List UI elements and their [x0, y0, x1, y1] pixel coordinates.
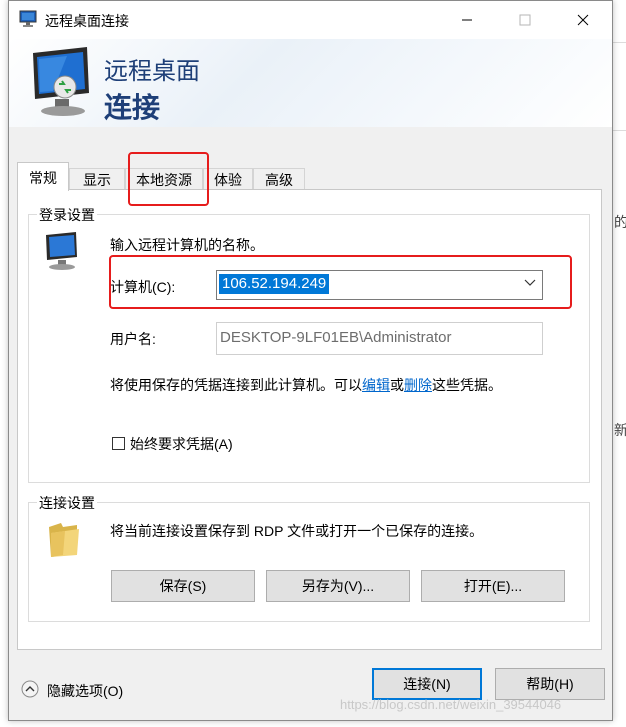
remote-desktop-icon — [19, 10, 37, 27]
tab-local-resources[interactable]: 本地资源 — [125, 168, 203, 190]
connection-settings-title: 连接设置 — [37, 493, 97, 513]
close-icon — [577, 14, 589, 26]
login-settings-title: 登录设置 — [37, 205, 97, 225]
computer-label: 计算机(C): — [110, 279, 176, 295]
computer-combobox[interactable]: 106.52.194.249 — [216, 270, 543, 300]
connection-description: 将当前连接设置保存到 RDP 文件或打开一个已保存的连接。 — [110, 523, 484, 539]
watermark: https://blog.csdn.net/weixin_39544046 — [340, 697, 562, 712]
general-tab-panel: 登录设置 输入远程计算机的名称。 计算机(C): 106.52.194.249 … — [17, 189, 602, 650]
close-button[interactable] — [554, 1, 612, 39]
background-page — [612, 0, 626, 727]
tab-advanced[interactable]: 高级 — [253, 168, 305, 190]
maximize-icon — [519, 14, 531, 26]
background-glyph: 新 — [614, 422, 626, 438]
connect-button[interactable]: 连接(N) — [372, 668, 482, 700]
rdp-window: 远程桌面连接 远程桌面 连接 常规 显示 本地资源 体验 高级 登录设置 输入远… — [8, 0, 613, 721]
always-ask-checkbox[interactable] — [112, 437, 125, 450]
delete-credentials-link[interactable]: 删除 — [404, 377, 432, 393]
background-glyph: 的 — [614, 214, 626, 230]
tab-experience[interactable]: 体验 — [203, 168, 253, 190]
minimize-button[interactable] — [438, 1, 496, 39]
folder-icon — [49, 523, 79, 557]
edit-credentials-link[interactable]: 编辑 — [362, 377, 390, 393]
username-field[interactable]: DESKTOP-9LF01EB\Administrator — [216, 322, 543, 355]
chevron-down-icon[interactable] — [524, 279, 536, 287]
username-label: 用户名: — [110, 331, 156, 347]
window-title: 远程桌面连接 — [45, 13, 129, 29]
maximize-button[interactable] — [496, 1, 554, 39]
hide-options-link[interactable]: 隐藏选项(O) — [47, 681, 123, 701]
monitor-connection-icon — [33, 47, 89, 116]
minimize-icon — [462, 19, 472, 21]
credentials-pre: 将使用保存的凭据连接到此计算机。可以 — [110, 377, 362, 393]
credentials-post: 这些凭据。 — [432, 377, 502, 393]
tab-display[interactable]: 显示 — [69, 168, 125, 190]
save-as-button[interactable]: 另存为(V)... — [266, 570, 410, 602]
always-ask-label[interactable]: 始终要求凭据(A) — [130, 434, 233, 454]
login-settings-group: 登录设置 输入远程计算机的名称。 计算机(C): 106.52.194.249 … — [28, 205, 590, 483]
connection-settings-group: 连接设置 将当前连接设置保存到 RDP 文件或打开一个已保存的连接。 保存(S)… — [28, 493, 590, 622]
computer-icon — [46, 232, 77, 270]
credentials-or: 或 — [390, 377, 404, 393]
header-title-line2: 连接 — [104, 92, 161, 123]
help-button[interactable]: 帮助(H) — [495, 668, 605, 700]
open-button[interactable]: 打开(E)... — [421, 570, 565, 602]
saved-credentials-text: 将使用保存的凭据连接到此计算机。可以编辑或删除这些凭据。 — [110, 375, 502, 395]
header-title-line1: 远程桌面 — [104, 58, 200, 85]
title-bar: 远程桌面连接 — [9, 1, 612, 39]
computer-name-prompt: 输入远程计算机的名称。 — [110, 237, 264, 253]
tab-general[interactable]: 常规 — [17, 162, 69, 191]
header-banner: 远程桌面 连接 — [9, 39, 612, 127]
computer-value: 106.52.194.249 — [219, 274, 330, 294]
collapse-options-icon[interactable] — [21, 680, 39, 698]
save-button[interactable]: 保存(S) — [111, 570, 255, 602]
